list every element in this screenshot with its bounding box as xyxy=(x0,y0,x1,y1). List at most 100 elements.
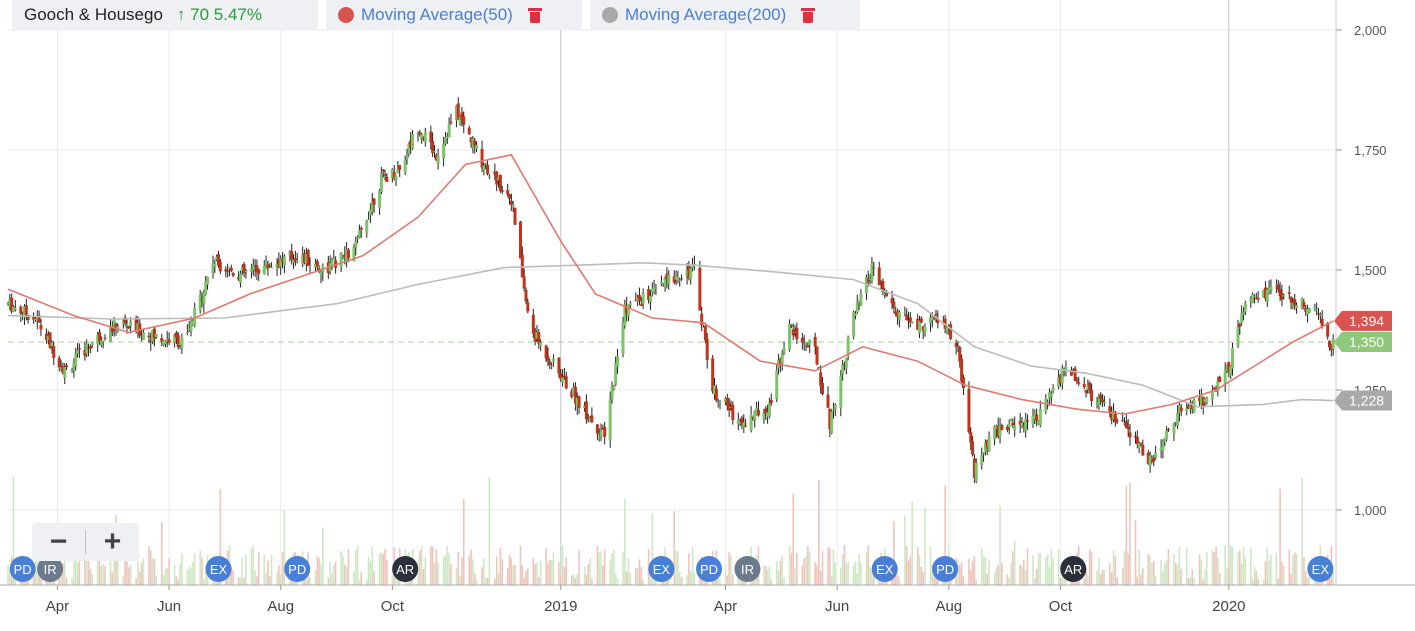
volume-bar xyxy=(719,577,721,585)
volume-bar xyxy=(1112,550,1115,585)
volume-bar xyxy=(613,549,615,585)
candle-body xyxy=(804,342,808,345)
volume-bar xyxy=(816,564,818,585)
volume-bar xyxy=(796,552,798,585)
volume-bar xyxy=(724,568,727,585)
candle-body xyxy=(806,345,810,348)
y-tick-label: 1,750 xyxy=(1354,143,1387,158)
volume-bar xyxy=(841,554,844,585)
candle-body xyxy=(1044,398,1048,412)
candle-body xyxy=(1295,305,1299,308)
candle-body xyxy=(1210,392,1214,400)
volume-bar xyxy=(1140,574,1142,585)
volume-bar xyxy=(268,575,271,585)
volume-bar xyxy=(1332,571,1334,585)
candle-body xyxy=(1152,457,1156,462)
volume-bar xyxy=(858,554,860,585)
volume-bar xyxy=(603,549,606,585)
candle-body xyxy=(39,325,43,330)
ma200-label[interactable]: Moving Average(200) xyxy=(625,5,786,25)
candle-body xyxy=(522,276,526,289)
volume-bar xyxy=(514,564,516,585)
volume-bar xyxy=(596,545,599,585)
candle-body xyxy=(1005,427,1009,430)
volume-bar xyxy=(1121,567,1124,585)
volume-bar xyxy=(973,556,976,585)
candle-body xyxy=(101,341,105,343)
volume-bar xyxy=(611,553,613,585)
zoom-in-button[interactable]: + xyxy=(86,523,139,561)
candle-body xyxy=(641,293,645,305)
x-tick-label: Aug xyxy=(935,598,962,615)
volume-bar xyxy=(624,499,626,585)
candle-body xyxy=(306,249,310,267)
candle-body xyxy=(394,175,398,181)
ma50-label[interactable]: Moving Average(50) xyxy=(361,5,513,25)
volume-bar xyxy=(539,560,542,585)
candle-body xyxy=(934,313,938,316)
candle-body xyxy=(1046,401,1050,403)
candle-body xyxy=(65,365,69,367)
candle-body xyxy=(839,375,843,408)
candle-body xyxy=(103,337,107,339)
volume-bar xyxy=(276,572,278,585)
volume-bar xyxy=(918,554,921,585)
volume-bar xyxy=(1165,559,1168,585)
volume-bar xyxy=(484,577,487,585)
volume-bar xyxy=(602,565,604,585)
candle-body xyxy=(1218,376,1222,383)
candle-body xyxy=(524,289,528,302)
candle-body xyxy=(88,346,92,349)
candle-body xyxy=(1121,420,1125,422)
candle-body xyxy=(1128,432,1132,438)
candle-body xyxy=(378,190,382,209)
candle-body xyxy=(800,337,804,343)
candle-body xyxy=(98,331,102,342)
volume-bar xyxy=(525,570,527,585)
plus-icon: + xyxy=(103,525,122,558)
price-price-label: 1,350 xyxy=(1349,334,1384,350)
candle-body xyxy=(367,219,371,221)
trash-icon[interactable] xyxy=(527,7,542,23)
volume-bar xyxy=(1217,557,1219,585)
candle-body xyxy=(1243,302,1247,312)
volume-bar xyxy=(1046,554,1049,585)
volume-bar xyxy=(111,571,114,585)
volume-bar xyxy=(1224,545,1226,585)
volume-bar xyxy=(135,578,137,585)
volume-bar xyxy=(982,556,985,585)
volume-bar xyxy=(834,562,837,585)
candle-body xyxy=(1315,309,1319,311)
candle-body xyxy=(853,313,857,316)
volume-bar xyxy=(686,574,688,585)
volume-bar xyxy=(343,564,346,585)
candle-body xyxy=(163,341,167,344)
volume-bar xyxy=(1098,558,1100,585)
ma50-legend[interactable]: Moving Average(50) xyxy=(326,0,582,30)
zoom-out-button[interactable]: − xyxy=(32,523,85,561)
candle-body xyxy=(546,355,550,361)
volume-bar xyxy=(1301,477,1303,585)
volume-bar xyxy=(924,507,926,585)
volume-bar xyxy=(91,573,93,585)
volume-bar xyxy=(459,575,461,585)
volume-bar xyxy=(552,552,555,585)
trash-icon[interactable] xyxy=(801,7,816,23)
volume-bar xyxy=(779,561,782,585)
volume-bar xyxy=(832,549,835,585)
candle-body xyxy=(744,425,748,427)
volume-bar xyxy=(728,551,730,585)
ma200-legend[interactable]: Moving Average(200) xyxy=(590,0,860,30)
volume-bar xyxy=(166,567,169,585)
candle-body xyxy=(154,334,158,337)
volume-bar xyxy=(342,555,344,585)
candle-body xyxy=(892,301,896,308)
volume-bar xyxy=(73,561,75,585)
candle-body xyxy=(52,345,56,358)
price-chart[interactable]: 1,0001,2501,5001,7502,000Apr Jun Aug Oct 201… xyxy=(0,0,1415,631)
volume-bar xyxy=(1306,577,1309,585)
volume-bar xyxy=(527,568,529,585)
volume-bar xyxy=(329,561,331,585)
volume-bar xyxy=(419,550,421,585)
candle-body xyxy=(127,326,131,329)
